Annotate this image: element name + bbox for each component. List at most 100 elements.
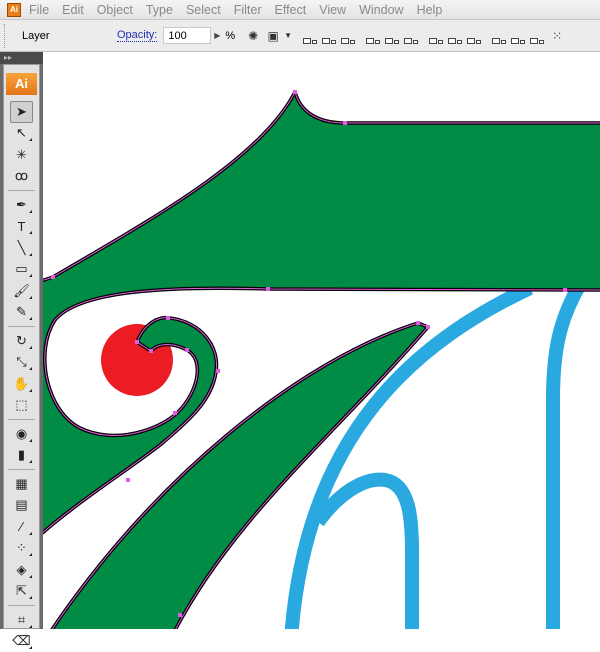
anchor-point[interactable]	[149, 349, 153, 353]
rectangle-icon: ▭	[15, 261, 27, 277]
type-tool[interactable]: T	[4, 216, 39, 238]
eraser-tool[interactable]: ⌫	[4, 631, 39, 652]
menu-filter[interactable]: Filter	[234, 3, 262, 17]
tool-separator	[8, 326, 35, 327]
distribute-top-icon[interactable]	[427, 28, 444, 44]
transform-icon[interactable]: ⁙	[547, 27, 567, 45]
menu-object[interactable]: Object	[97, 3, 133, 17]
opacity-arrow-icon[interactable]: ▶	[211, 27, 223, 44]
live-paint-selection-tool[interactable]: ⇱	[4, 581, 39, 603]
eraser-icon: ⌫	[12, 633, 30, 649]
lasso-tool[interactable]: ꝏ	[4, 166, 39, 188]
blue-arch-stroke[interactable]	[318, 480, 412, 629]
anchor-point[interactable]	[173, 411, 177, 415]
column-graph-tool[interactable]: ▮	[4, 445, 39, 467]
opacity-input[interactable]: 100	[163, 27, 211, 44]
crop-area-tool[interactable]: ⌗	[4, 609, 39, 631]
recolor-artwork-icon[interactable]: ✺	[243, 27, 263, 45]
reference-point-icon[interactable]: ▣	[263, 27, 283, 45]
rectangle-tool[interactable]: ▭	[4, 259, 39, 281]
chevron-down-icon[interactable]: ▼	[283, 27, 293, 45]
menu-effect[interactable]: Effect	[274, 3, 306, 17]
pencil-icon: ✎	[16, 304, 27, 320]
line-segment-icon: ╲	[18, 240, 26, 256]
anchor-point[interactable]	[185, 348, 189, 352]
anchor-point[interactable]	[426, 325, 430, 329]
anchor-point[interactable]	[266, 287, 270, 291]
anchor-point[interactable]	[51, 275, 55, 279]
anchor-point[interactable]	[293, 90, 297, 94]
anchor-point[interactable]	[216, 369, 220, 373]
menu-view[interactable]: View	[319, 3, 346, 17]
align-right-icon[interactable]	[339, 28, 356, 44]
align-bottom-icon[interactable]	[402, 28, 419, 44]
tool-separator	[8, 190, 35, 191]
warp-tool[interactable]: ✋	[4, 373, 39, 395]
distribute-horizontal-center-icon[interactable]	[509, 28, 526, 44]
anchor-point[interactable]	[166, 316, 170, 320]
type-icon: T	[18, 219, 26, 234]
align-vertical-center-icon[interactable]	[383, 28, 400, 44]
anchor-point[interactable]	[135, 340, 139, 344]
artboard-canvas[interactable]	[43, 52, 600, 629]
green-main-shape[interactable]	[43, 92, 600, 535]
paintbrush-tool[interactable]: 🖌	[4, 280, 39, 302]
percent-label: %	[225, 30, 235, 42]
pencil-tool[interactable]: ✎	[4, 302, 39, 324]
app-icon[interactable]: Ai	[7, 3, 21, 17]
magic-wand-tool[interactable]: ✳	[4, 144, 39, 166]
lasso-icon: ꝏ	[15, 168, 28, 184]
align-top-icon[interactable]	[364, 28, 381, 44]
anchor-point[interactable]	[126, 478, 130, 482]
live-paint-selection-icon: ⇱	[16, 583, 27, 599]
live-paint-bucket-tool[interactable]: ◈	[4, 559, 39, 581]
mesh-icon: ▦	[15, 476, 27, 492]
eyedropper-icon: ⁄	[20, 519, 22, 534]
crop-area-icon: ⌗	[18, 612, 25, 628]
symbol-sprayer-tool[interactable]: ◉	[4, 423, 39, 445]
control-panel: Layer Opacity: 100 ▶ % ✺ ▣ ▼ ⁙	[0, 20, 600, 52]
distribute-left-icon[interactable]	[490, 28, 507, 44]
anchor-point[interactable]	[178, 613, 182, 617]
rotate-tool[interactable]: ↻	[4, 330, 39, 352]
scale-icon: ⤡	[16, 354, 26, 370]
align-left-icon[interactable]	[301, 28, 318, 44]
line-segment-tool[interactable]: ╲	[4, 237, 39, 259]
anchor-point[interactable]	[416, 321, 420, 325]
menu-help[interactable]: Help	[417, 3, 443, 17]
distribute-vertical-center-icon[interactable]	[446, 28, 463, 44]
distribute-right-icon[interactable]	[528, 28, 545, 44]
menu-edit[interactable]: Edit	[62, 3, 84, 17]
tool-separator	[8, 469, 35, 470]
menu-file[interactable]: File	[29, 3, 49, 17]
blue-right-stroke[interactable]	[553, 288, 578, 629]
magic-wand-icon: ✳	[16, 147, 27, 163]
mesh-tool[interactable]: ▦	[4, 473, 39, 495]
direct-selection-icon: ↖	[16, 125, 27, 141]
paintbrush-icon: 🖌	[13, 283, 30, 299]
eyedropper-tool[interactable]: ⁄	[4, 516, 39, 538]
artwork	[43, 52, 600, 629]
opacity-label[interactable]: Opacity:	[117, 29, 157, 42]
scale-tool[interactable]: ⤡	[4, 352, 39, 374]
panel-grip[interactable]	[4, 24, 8, 48]
direct-selection-tool[interactable]: ↖	[4, 123, 39, 145]
menu-type[interactable]: Type	[146, 3, 173, 17]
align-horizontal-center-icon[interactable]	[320, 28, 337, 44]
selection-tool[interactable]: ➤	[10, 101, 33, 123]
pen-tool[interactable]: ✒	[4, 194, 39, 216]
anchor-point[interactable]	[563, 288, 567, 292]
blend-tool[interactable]: ⁘	[4, 538, 39, 560]
free-transform-tool[interactable]: ⬚	[4, 395, 39, 417]
collapse-icon[interactable]: ▸▸	[0, 52, 43, 64]
gradient-tool[interactable]: ▤	[4, 495, 39, 517]
blend-icon: ⁘	[16, 540, 27, 556]
anchor-point[interactable]	[343, 121, 347, 125]
distribute-bottom-icon[interactable]	[465, 28, 482, 44]
warp-icon: ✋	[13, 376, 29, 392]
menu-window[interactable]: Window	[359, 3, 403, 17]
pen-icon: ✒	[16, 197, 27, 213]
menu-select[interactable]: Select	[186, 3, 221, 17]
symbol-sprayer-icon: ◉	[16, 426, 27, 442]
gradient-icon: ▤	[15, 497, 27, 513]
